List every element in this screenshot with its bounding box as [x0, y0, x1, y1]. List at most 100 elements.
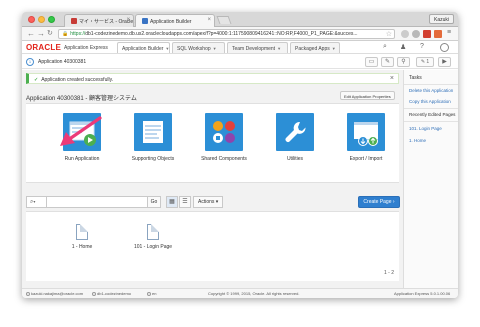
edit-page-button[interactable]: ✎ 1	[416, 57, 434, 67]
supporting-objects-icon	[143, 121, 163, 143]
user-email: kazuki.nakajima@oracle.com	[26, 291, 83, 296]
supporting-objects-tile[interactable]	[134, 113, 172, 151]
tab-application-builder[interactable]: Application Builder ▼	[117, 42, 170, 53]
go-button[interactable]: Go	[147, 196, 161, 208]
extension-icon[interactable]	[401, 30, 409, 38]
tab-label: Team Development	[232, 46, 276, 52]
pagination-label: 1 - 2	[384, 270, 395, 276]
shared-components-icon[interactable]: ⚲	[397, 57, 410, 67]
app-number-badge: 1	[26, 58, 34, 66]
export-import-tile[interactable]	[347, 113, 385, 151]
edit-page-count: 1	[426, 59, 430, 65]
success-message: Application created successfully.	[41, 77, 114, 83]
tab-label: Application Builder	[150, 19, 192, 25]
globe-icon	[147, 292, 151, 296]
tile-label: Export / Import	[349, 156, 383, 162]
actions-menu-button[interactable]: Actions ▾	[193, 196, 224, 208]
chevron-down-icon: ▾	[215, 199, 219, 205]
copyright-text: Copyright © 1999, 2015, Oracle. All righ…	[208, 291, 300, 296]
page-list: 1 - Home 101 - Login Page 1 - 2	[26, 211, 399, 281]
comment-icon[interactable]: ▭	[365, 57, 378, 67]
tile-label: Run Application	[64, 156, 100, 162]
apex-header: ORACLE Application Express Application B…	[22, 41, 458, 54]
back-arrow-icon[interactable]: ←	[27, 29, 35, 39]
success-alert: ✓ Application created successfully. ×	[26, 73, 399, 84]
user-email-text: kazuki.nakajima@oracle.com	[31, 291, 84, 296]
extension-icon[interactable]	[423, 30, 431, 38]
run-icon[interactable]: ▶	[438, 57, 451, 67]
oracle-favicon-icon	[71, 18, 77, 24]
utilities-tile[interactable]	[276, 113, 314, 151]
browser-tab-my-services[interactable]: マイ・サービス - Oracle ... ×	[64, 14, 139, 27]
actions-label: Actions	[198, 199, 215, 205]
delete-application-link[interactable]: Delete this Application	[409, 88, 453, 93]
chevron-down-icon: ▼	[331, 46, 336, 51]
home-page-icon[interactable]	[76, 224, 88, 240]
extension-icon[interactable]	[412, 30, 420, 38]
shared-components-icon	[213, 121, 235, 143]
browser-profile-button[interactable]: Kazuki	[428, 14, 454, 24]
search-icon[interactable]: ⌕	[383, 43, 387, 51]
tab-label: Packaged Apps	[295, 46, 330, 52]
run-application-tile[interactable]	[63, 113, 101, 151]
page-search-input[interactable]	[46, 196, 148, 208]
tile-label: Shared Components	[201, 156, 247, 162]
page-item-label[interactable]: 1 - Home	[52, 244, 112, 250]
bookmark-star-icon[interactable]: ☆	[386, 30, 392, 38]
wrench-icon	[285, 121, 306, 142]
database-text: db1-codezinedemo	[97, 291, 132, 296]
tab-team-development[interactable]: Team Development ▼	[227, 42, 288, 53]
recent-pages-heading: Recently Edited Pages	[409, 112, 456, 117]
browser-menu-icon[interactable]: ≡	[447, 29, 451, 36]
user-avatar-icon[interactable]	[440, 43, 449, 52]
run-application-icon	[69, 121, 96, 146]
recent-page-link[interactable]: 1. Home	[409, 138, 426, 143]
close-tab-icon[interactable]: ×	[126, 17, 130, 23]
person-icon	[26, 292, 30, 296]
page-title: Application 40300381 - 顧客管理システム	[26, 96, 137, 102]
browser-window: マイ・サービス - Oracle ... × Application Build…	[22, 12, 458, 298]
apex-favicon-icon	[142, 18, 148, 24]
reload-icon[interactable]: ↻	[47, 29, 53, 39]
maximize-window-button[interactable]	[48, 16, 55, 23]
page-item-label[interactable]: 101 - Login Page	[123, 244, 183, 250]
edit-application-properties-button[interactable]: Edit Application Properties	[340, 91, 395, 100]
recent-page-link[interactable]: 101. Login Page	[409, 126, 442, 131]
url-input[interactable]: 🔒 https://db1-codezinedemo.db.us2.oraclec…	[58, 29, 395, 39]
chevron-down-icon: ▼	[165, 46, 170, 51]
language-selector[interactable]: en	[147, 291, 156, 296]
report-view-button[interactable]: ☰	[179, 196, 191, 208]
close-window-button[interactable]	[28, 16, 35, 23]
chevron-down-icon: ▼	[277, 46, 282, 51]
oracle-logo[interactable]: ORACLE	[26, 43, 61, 52]
export-import-icon	[354, 122, 378, 146]
language-text: en	[152, 291, 157, 296]
app-breadcrumb[interactable]: Application 40300381	[38, 59, 86, 65]
new-tab-button[interactable]	[216, 16, 232, 24]
login-page-icon[interactable]	[147, 224, 159, 240]
copy-application-link[interactable]: Copy this Application	[409, 99, 451, 104]
chevron-right-icon: ›	[392, 199, 395, 205]
grid-icon: ▦	[169, 199, 175, 205]
create-page-button[interactable]: Create Page ›	[358, 196, 400, 208]
administration-icon[interactable]: ♟	[400, 43, 406, 51]
tab-sql-workshop[interactable]: SQL Workshop ▼	[172, 42, 225, 53]
list-icon: ☰	[182, 199, 188, 205]
product-name: Application Express	[64, 45, 108, 51]
tab-packaged-apps[interactable]: Packaged Apps ▼	[290, 42, 340, 53]
tile-label: Utilities	[286, 156, 304, 162]
help-icon[interactable]: ?	[420, 43, 424, 50]
browser-tab-application-builder[interactable]: Application Builder ×	[135, 14, 215, 27]
divider	[404, 108, 458, 109]
close-icon[interactable]: ×	[390, 75, 394, 82]
build-options-icon[interactable]: ✎	[381, 57, 394, 67]
icon-view-button[interactable]: ▦	[166, 196, 178, 208]
forward-arrow-icon[interactable]: →	[37, 29, 45, 39]
divider	[404, 121, 458, 122]
shared-components-tile[interactable]	[205, 113, 243, 151]
apex-status-bar: kazuki.nakajima@oracle.com db1-codezined…	[22, 288, 458, 298]
extension-icon[interactable]	[434, 30, 442, 38]
tab-label: Application Builder	[122, 46, 164, 52]
close-tab-icon[interactable]: ×	[207, 17, 211, 23]
minimize-window-button[interactable]	[38, 16, 45, 23]
